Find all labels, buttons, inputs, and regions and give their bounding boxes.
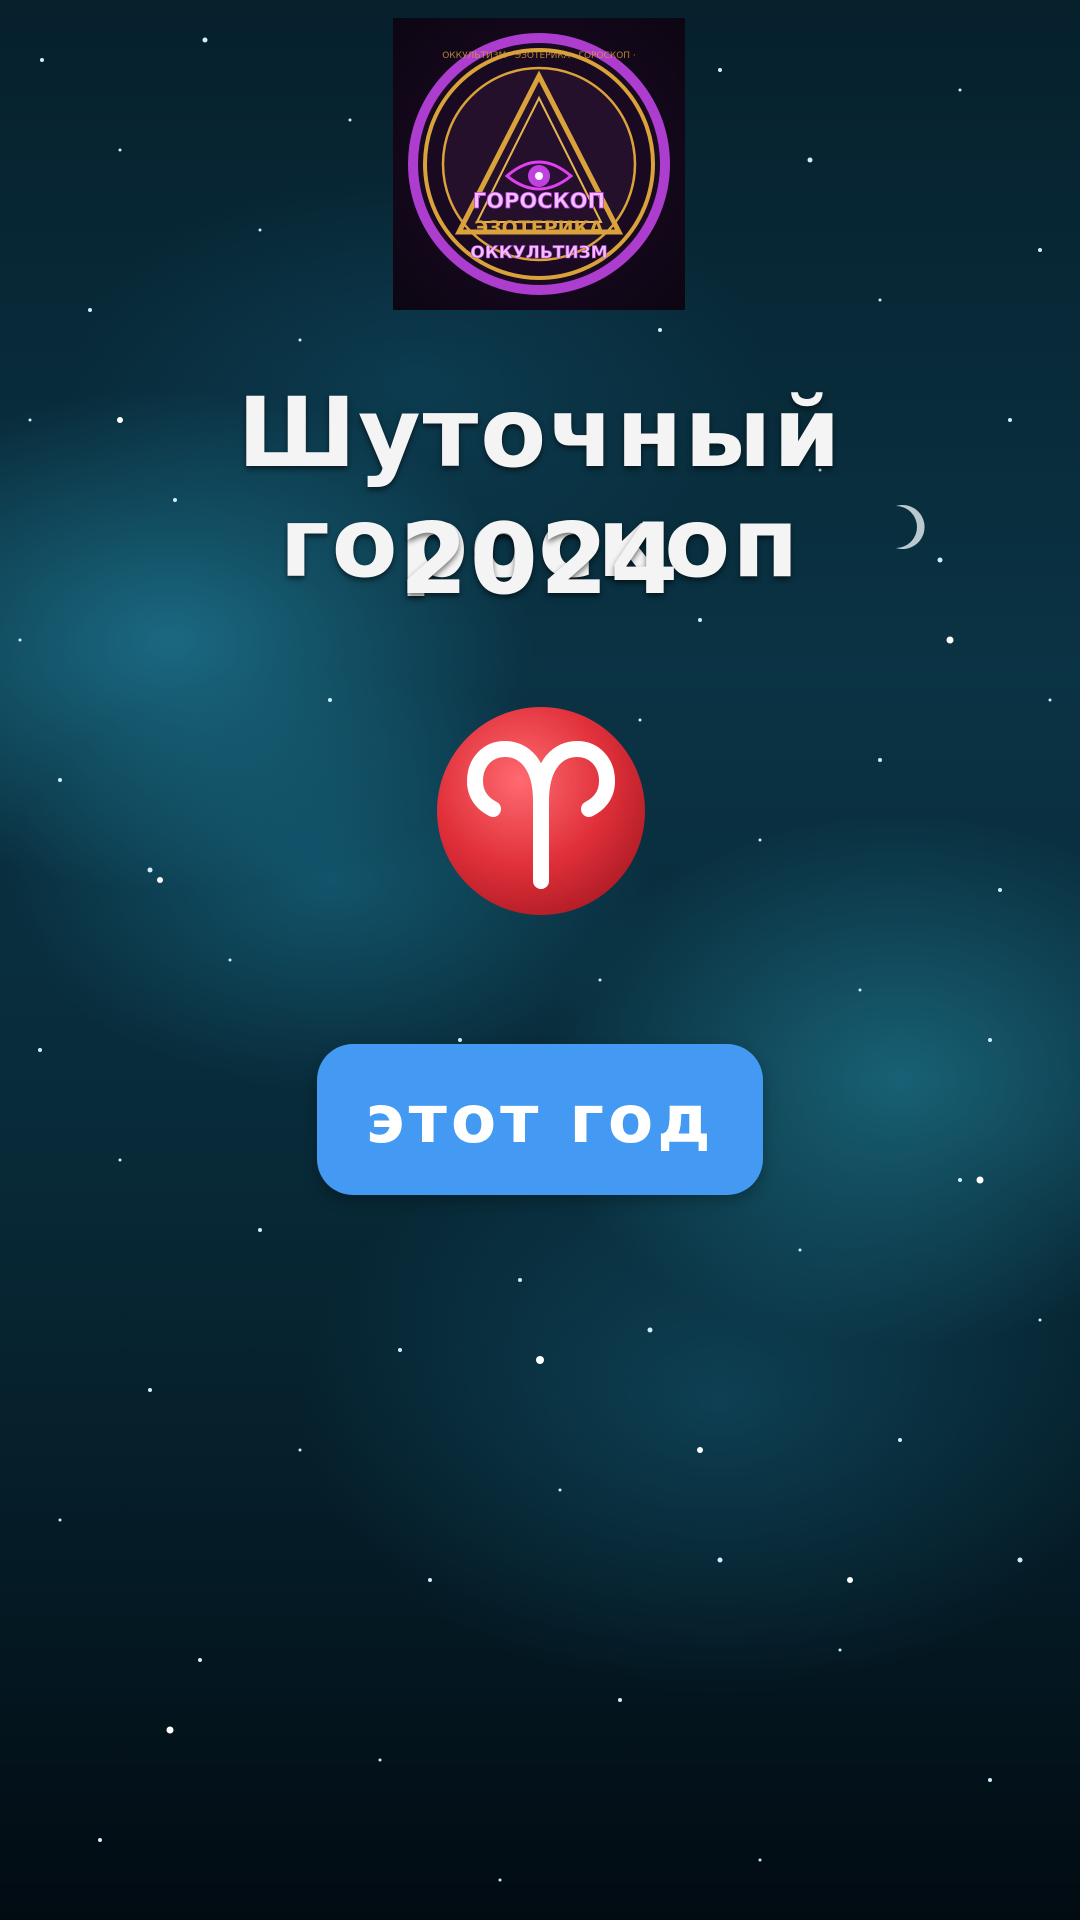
aries-icon: [435, 705, 647, 917]
logo-line-2: ЭЗОТЕРИКА: [474, 217, 604, 239]
horoscope-logo: ОККУЛЬТИЗМ · ЭЗОТЕРИКА · ГОРОСКОП · ГОРО…: [393, 18, 685, 310]
screen: ОККУЛЬТИЗМ · ЭЗОТЕРИКА · ГОРОСКОП · ГОРО…: [0, 0, 1080, 1920]
logo-line-1: ГОРОСКОП: [473, 189, 605, 213]
crescent-moon-icon: [184, 1543, 200, 1575]
logo-ring-text: ОККУЛЬТИЗМ · ЭЗОТЕРИКА · ГОРОСКОП ·: [442, 51, 636, 61]
logo-line-3: ОККУЛЬТИЗМ: [470, 243, 607, 263]
page-title-year: 2024: [399, 503, 681, 617]
this-year-button[interactable]: этот год: [317, 1044, 763, 1195]
